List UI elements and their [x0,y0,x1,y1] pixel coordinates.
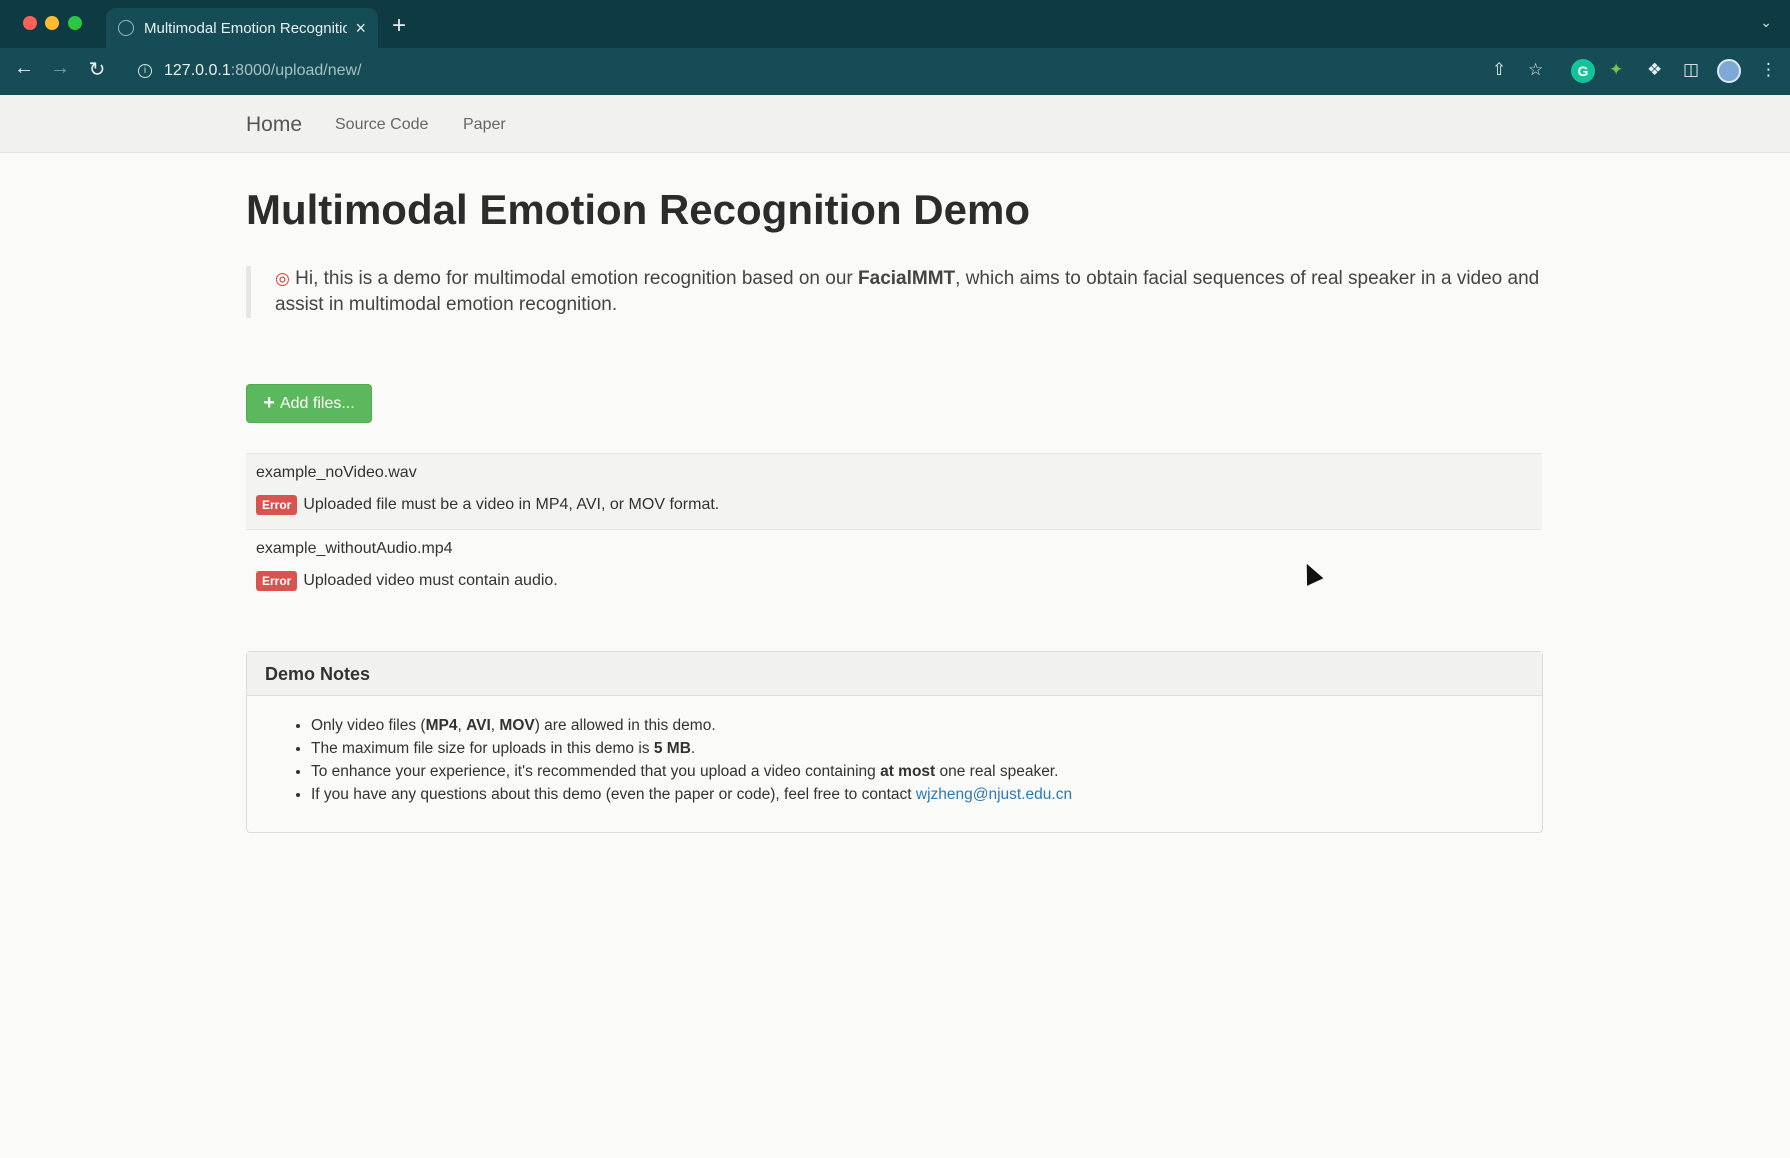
demo-notes-panel: Demo Notes Only video files (MP4, AVI, M… [246,651,1543,833]
back-arrow-icon[interactable]: ← [10,57,38,80]
error-message: Uploaded video must contain audio. [303,572,558,589]
demo-notes-list: Only video files (MP4, AVI, MOV) are all… [247,696,1542,806]
error-badge: Error [256,495,298,515]
add-files-label: Add files... [279,394,355,412]
note-item: To enhance your experience, it's recomme… [311,760,1542,783]
more-menu-icon[interactable]: ⋮ [1760,60,1777,80]
browser-tab[interactable]: Multimodal Emotion Recognitio × [106,8,378,48]
page-title: Multimodal Emotion Recognition Demo [246,186,1030,233]
site-navbar: Home Source Code Paper [0,95,1790,153]
close-window-button[interactable] [23,16,37,30]
url-text: 127.0.0.1:8000/upload/new/ [164,62,362,79]
intro-model-name: FacialMMT [858,268,956,289]
file-name: example_withoutAudio.mp4 [256,540,453,557]
site-info-icon[interactable]: i [138,64,152,78]
file-row: example_withoutAudio.mp4 Error Uploaded … [246,530,1542,606]
add-files-button[interactable]: + Add files... [246,384,372,423]
intro-text-start: Hi, this is a demo for multimodal emotio… [295,268,859,289]
minimize-window-button[interactable] [45,16,59,30]
maximize-window-button[interactable] [68,16,82,30]
nav-paper-link[interactable]: Paper [463,116,506,134]
address-bar[interactable]: i 127.0.0.1:8000/upload/new/ [128,54,1558,88]
globe-icon [118,20,134,36]
forward-arrow-icon[interactable]: → [46,57,74,80]
file-row: example_noVideo.wav Error Uploaded file … [246,453,1542,530]
bookmark-star-icon[interactable]: ☆ [1528,60,1543,80]
browser-chrome: Multimodal Emotion Recognitio × + ⌄ ← → … [0,0,1790,95]
dart-target-icon: ◎ [275,269,290,288]
extension-icon[interactable]: ✦ [1609,60,1623,80]
note-item: The maximum file size for uploads in thi… [311,737,1542,760]
close-tab-icon[interactable]: × [355,18,366,39]
file-error: Error Uploaded file must be a video in M… [256,495,1532,515]
error-message: Uploaded file must be a video in MP4, AV… [303,496,720,513]
plus-icon: + [263,392,275,414]
nav-source-code-link[interactable]: Source Code [335,116,428,134]
demo-notes-heading: Demo Notes [247,652,1542,696]
side-panel-icon[interactable]: ◫ [1683,60,1699,80]
nav-home-link[interactable]: Home [246,113,302,137]
reload-icon[interactable]: ↻ [83,57,111,82]
intro-blockquote: ◎ Hi, this is a demo for multimodal emot… [246,266,1546,318]
error-badge: Error [256,571,298,591]
tab-search-chevron-icon[interactable]: ⌄ [1760,14,1772,31]
profile-avatar[interactable] [1717,59,1741,83]
contact-email-link[interactable]: wjzheng@njust.edu.cn [916,786,1072,803]
note-item: Only video files (MP4, AVI, MOV) are all… [311,714,1542,737]
share-icon[interactable]: ⇧ [1492,60,1506,80]
note-item: If you have any questions about this dem… [311,783,1542,806]
puzzle-icon[interactable]: ❖ [1647,60,1662,80]
file-error: Error Uploaded video must contain audio. [256,571,1532,591]
tab-title: Multimodal Emotion Recognitio [144,19,348,37]
file-name: example_noVideo.wav [256,464,417,481]
tab-strip: Multimodal Emotion Recognitio × + ⌄ [0,0,1790,48]
grammarly-icon[interactable]: G [1571,59,1595,83]
new-tab-button[interactable]: + [392,12,406,40]
browser-toolbar: ← → ↻ i 127.0.0.1:8000/upload/new/ ⇧ ☆ ✦… [0,48,1790,95]
